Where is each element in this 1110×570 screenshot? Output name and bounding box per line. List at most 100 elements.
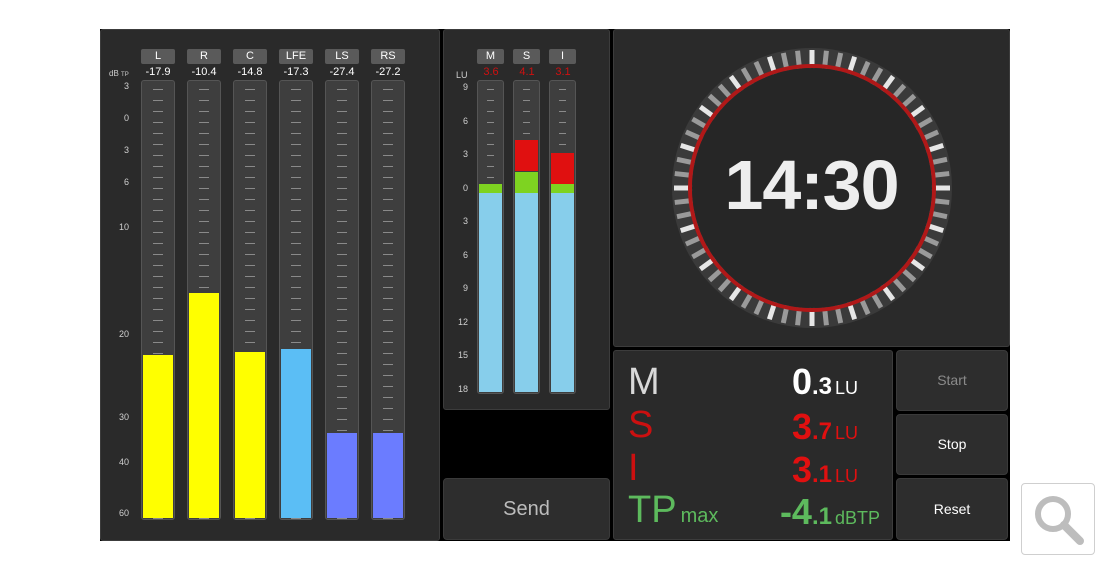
meter-tick [291,298,301,299]
meter-tick [337,89,347,90]
true-peak-value-int: -4 [779,491,812,532]
loudness-level-bar [515,192,538,392]
meter-tick [153,89,163,90]
true-peak-unit: dBTP [834,508,880,528]
meter-tick [199,254,209,255]
meter-tick [291,320,301,321]
lu-scale-label: 6 [462,115,468,126]
meter-tick [291,122,301,123]
channel-label-lfe: LFE [279,49,313,64]
loudness-meter-m [477,80,504,394]
meter-tick [337,342,347,343]
channel-meters-panel: dB TP 3 0 3 6 10 20 30 40 60 L -17.9 R -10.4 C -14.8 L… [100,29,440,541]
meter-tick [245,155,255,156]
loudness-target-bar [479,183,502,194]
meter-tick [291,210,301,211]
meter-tick [199,265,209,266]
meter-tick [153,177,163,178]
loudness-meters-panel: LU 9 6 3 0 3 6 9 12 15 18 M 3.6 S 4.1 I 3.1 [443,29,610,410]
meter-tick [383,89,393,90]
meter-tick [291,155,301,156]
meter-tick [245,177,255,178]
meter-tick [383,210,393,211]
meter-tick [199,155,209,156]
meter-tick [153,199,163,200]
meter-tick [245,210,255,211]
meter-tick [291,111,301,112]
meter-tick [199,111,209,112]
meter-tick [245,265,255,266]
meter-tick [245,199,255,200]
meter-tick [383,177,393,178]
meter-tick [383,342,393,343]
channel-meter-rs [371,80,405,520]
meter-tick [383,364,393,365]
short-term-unit: LU [834,423,858,443]
meter-tick [337,243,347,244]
meter-tick [153,122,163,123]
meter-tick [337,298,347,299]
db-scale-label: 3 [123,81,129,91]
meter-tick [153,254,163,255]
meter-tick [522,133,531,134]
meter-tick [291,144,301,145]
lu-scale-label: 3 [462,216,468,226]
meter-tick [199,276,209,277]
short-term-value-int: 3 [791,406,812,447]
meter-tick [337,232,347,233]
meter-tick [383,353,393,354]
tp-unit: TP [121,72,129,78]
meter-tick [337,287,347,288]
meter-tick [337,419,347,420]
loudness-target-bar [551,183,574,194]
meter-tick [486,122,495,123]
true-peak-value: -4.1 dBTP [780,493,880,537]
meter-tick [383,375,393,376]
meter-tick [337,199,347,200]
channel-meter-l [141,80,175,520]
true-peak-label-main: TP [628,489,677,531]
db-scale-label: 6 [123,177,129,187]
meter-tick [486,144,495,145]
meter-tick [337,188,347,189]
meter-tick [199,287,209,288]
meter-tick [383,331,393,332]
stop-button[interactable]: Stop [896,414,1008,475]
send-button[interactable]: Send [443,478,610,540]
meter-tick [337,122,347,123]
meter-tick [383,397,393,398]
db-unit-label: dB TP [109,69,129,78]
meter-tick [486,111,495,112]
meter-tick [558,144,567,145]
meter-tick [245,298,255,299]
meter-tick [291,133,301,134]
reset-button[interactable]: Reset [896,478,1008,540]
meter-tick [383,276,393,277]
start-button[interactable]: Start [896,350,1008,411]
meter-tick [486,133,495,134]
meter-tick [337,111,347,112]
meter-tick [153,276,163,277]
meter-tick [337,364,347,365]
lu-scale-label: 9 [462,283,468,293]
meter-tick [153,133,163,134]
db-scale-label: 20 [118,329,129,339]
meter-tick [245,232,255,233]
channel-label-l: L [141,49,175,64]
meter-tick [153,320,163,321]
lu-scale-label: 12 [457,316,468,327]
meter-tick [153,155,163,156]
meter-tick [153,100,163,101]
meter-tick [383,254,393,255]
channel-level-bar [373,432,403,518]
meter-tick [383,155,393,156]
meter-tick [383,133,393,134]
zoom-button[interactable] [1021,483,1095,555]
meter-tick [245,100,255,101]
integrated-value-dec: .1 [811,461,832,488]
short-term-value: 3.7 LU [792,408,858,452]
meter-tick [383,419,393,420]
meter-tick [337,276,347,277]
meter-tick [337,331,347,332]
meter-tick [291,342,301,343]
